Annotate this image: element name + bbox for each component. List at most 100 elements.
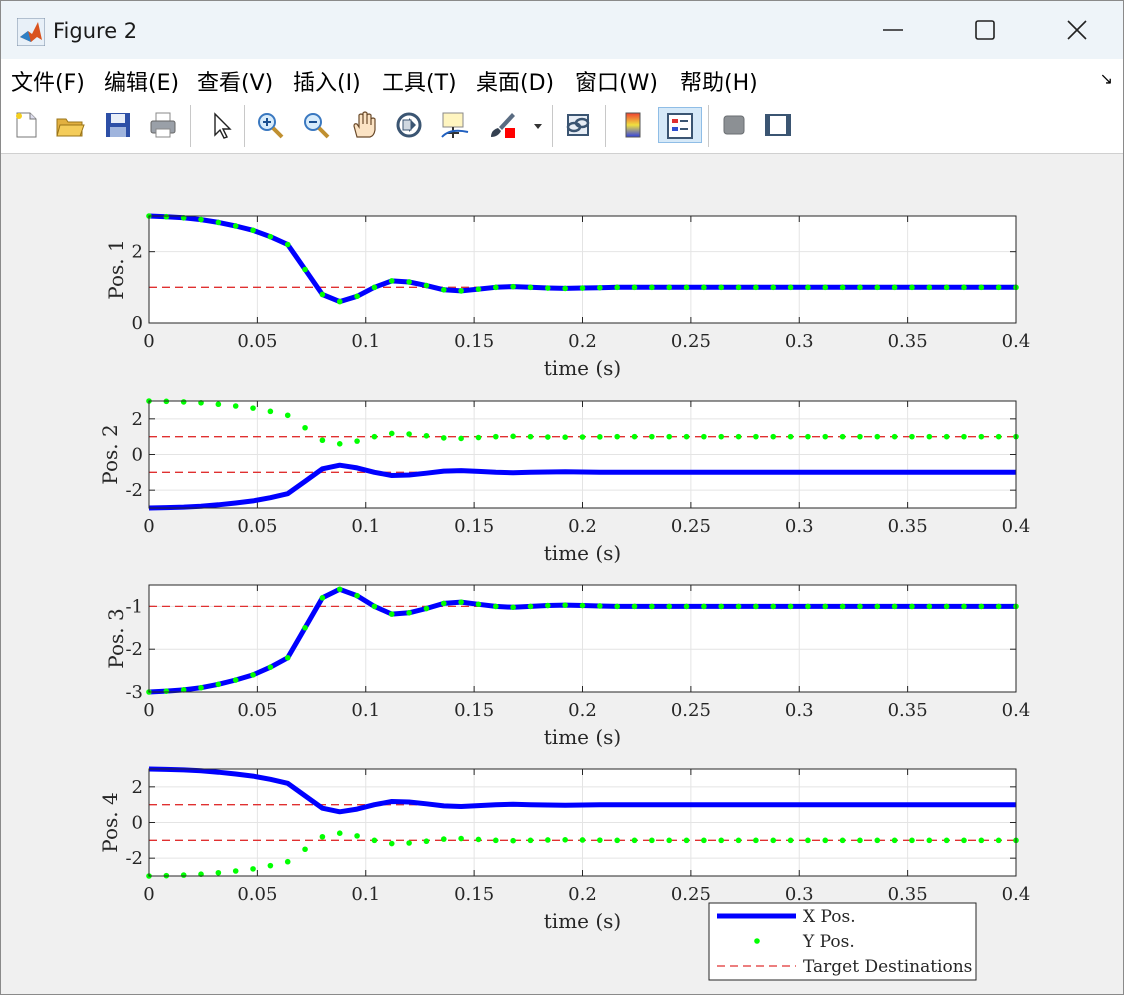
y-pos-point bbox=[805, 837, 811, 844]
menu-insert[interactable]: 插入(I) bbox=[293, 65, 361, 97]
menu-window[interactable]: 窗口(W) bbox=[575, 65, 658, 97]
y-pos-point bbox=[909, 433, 915, 440]
y-pos-point bbox=[215, 869, 222, 876]
y-pos-point bbox=[701, 284, 707, 291]
y-pos-point bbox=[753, 603, 759, 610]
data-cursor-button[interactable] bbox=[438, 107, 472, 143]
y-pos-point bbox=[545, 285, 551, 291]
y-pos-point bbox=[388, 611, 395, 617]
zoom-out-icon bbox=[304, 113, 330, 139]
colorbar-button[interactable] bbox=[616, 107, 650, 143]
new-figure-button[interactable] bbox=[9, 107, 43, 143]
dock-arrow-icon[interactable]: ↘ bbox=[1100, 69, 1113, 89]
y-pos-point bbox=[198, 684, 204, 691]
x-tick-label: 0.4 bbox=[1002, 516, 1031, 537]
show-plot-tools-icon bbox=[765, 114, 791, 136]
y-pos-point bbox=[978, 603, 985, 610]
subplot-3: 0 0.05 0.1 0.15 0.2 0.25 0.3 0.35 0.4 -3 -2 -1 time … bbox=[104, 584, 1031, 749]
y-pos-point bbox=[874, 603, 881, 610]
y-pos-point bbox=[215, 401, 222, 408]
y-pos-point bbox=[649, 603, 655, 610]
figure-canvas[interactable]: 0 0.05 0.1 0.15 0.2 0.25 0.3 0.35 0.4 0 2 time (s) P… bbox=[1, 153, 1123, 994]
y-pos-point bbox=[701, 837, 707, 844]
y-pos-point bbox=[319, 291, 326, 298]
x-tick-label: 0.3 bbox=[785, 516, 814, 537]
hide-plot-tools-button[interactable] bbox=[717, 107, 751, 143]
y-pos-point bbox=[440, 287, 447, 293]
toolbar-separator bbox=[605, 105, 606, 147]
zoom-out-button[interactable] bbox=[299, 107, 333, 143]
x-tick-label: 0.4 bbox=[1002, 700, 1031, 721]
brush-dropdown-button[interactable] bbox=[531, 107, 545, 143]
y-pos-point bbox=[250, 227, 256, 234]
y-pos-point bbox=[440, 600, 447, 607]
y-pos-point bbox=[597, 837, 603, 843]
menu-edit[interactable]: 编辑(E) bbox=[104, 65, 179, 97]
save-button[interactable] bbox=[101, 107, 135, 143]
menu-help[interactable]: 帮助(H) bbox=[680, 65, 758, 97]
menu-view[interactable]: 查看(V) bbox=[197, 65, 273, 97]
close-button[interactable] bbox=[1031, 1, 1123, 59]
y-pos-point bbox=[406, 840, 412, 846]
y-pos-point bbox=[562, 602, 568, 608]
menu-tools[interactable]: 工具(T) bbox=[382, 65, 457, 97]
y-tick-label: -1 bbox=[125, 596, 143, 617]
x-tick-label: 0.1 bbox=[351, 331, 380, 352]
show-plot-tools-button[interactable] bbox=[761, 107, 795, 143]
pointer-button[interactable] bbox=[203, 107, 237, 143]
legend-button[interactable] bbox=[658, 107, 702, 143]
y-pos-point bbox=[597, 434, 603, 440]
y-pos-point bbox=[666, 603, 672, 610]
y-pos-point bbox=[510, 604, 516, 611]
link-plot-button[interactable] bbox=[561, 107, 595, 143]
y-pos-point bbox=[423, 432, 430, 439]
brush-button[interactable] bbox=[485, 107, 519, 143]
y-pos-point bbox=[250, 672, 256, 678]
y-pos-point bbox=[961, 433, 967, 440]
y-pos-point bbox=[666, 284, 672, 291]
maximize-button[interactable] bbox=[939, 1, 1031, 59]
y-pos-point bbox=[302, 625, 308, 631]
x-tick-label: 0.1 bbox=[351, 884, 380, 905]
x-tick-label: 0.25 bbox=[671, 700, 711, 721]
y-pos-point bbox=[336, 586, 343, 593]
y-tick-label: 0 bbox=[132, 313, 143, 334]
y-pos-point bbox=[735, 284, 742, 291]
y-tick-label: 0 bbox=[132, 813, 143, 834]
menu-desktop[interactable]: 桌面(D) bbox=[476, 65, 554, 97]
x-tick-label: 0 bbox=[143, 884, 154, 905]
zoom-in-button[interactable] bbox=[253, 107, 287, 143]
toolbar bbox=[1, 99, 1123, 154]
y-axis-label: Pos. 3 bbox=[104, 608, 128, 668]
y-pos-point bbox=[839, 837, 846, 844]
x-tick-label: 0.25 bbox=[671, 516, 711, 537]
y-pos-point bbox=[909, 603, 915, 610]
x-tick-label: 0.2 bbox=[568, 516, 597, 537]
open-file-button[interactable] bbox=[53, 107, 87, 143]
y-pos-point bbox=[943, 837, 950, 844]
y-pos-point bbox=[319, 833, 326, 840]
y-pos-point bbox=[995, 603, 1002, 610]
y-pos-point bbox=[440, 435, 447, 441]
title-bar[interactable]: Figure 2 bbox=[1, 1, 1123, 59]
legend-label: X Pos. bbox=[803, 907, 856, 927]
y-pos-point bbox=[943, 433, 950, 440]
y-pos-point bbox=[822, 603, 829, 610]
pan-button[interactable] bbox=[347, 107, 381, 143]
y-pos-point bbox=[527, 837, 534, 844]
rotate-3d-button[interactable] bbox=[392, 107, 426, 143]
y-tick-label: 2 bbox=[132, 242, 143, 263]
y-pos-point bbox=[458, 835, 464, 842]
y-pos-point bbox=[475, 434, 482, 441]
legend[interactable]: X Pos. Y Pos. Target Destinations bbox=[708, 902, 977, 981]
y-pos-point bbox=[805, 284, 811, 291]
y-pos-point bbox=[631, 284, 638, 291]
y-pos-point bbox=[805, 603, 811, 610]
plot-area: 0 0.05 0.1 0.15 0.2 0.25 0.3 0.35 0.4 0 2 time (s) P… bbox=[1, 153, 1123, 994]
y-pos-point bbox=[753, 284, 759, 291]
new-figure-icon bbox=[16, 112, 37, 138]
minimize-button[interactable] bbox=[847, 1, 939, 59]
y-pos-point bbox=[406, 431, 412, 437]
print-button[interactable] bbox=[146, 107, 180, 143]
menu-file[interactable]: 文件(F) bbox=[11, 65, 85, 97]
